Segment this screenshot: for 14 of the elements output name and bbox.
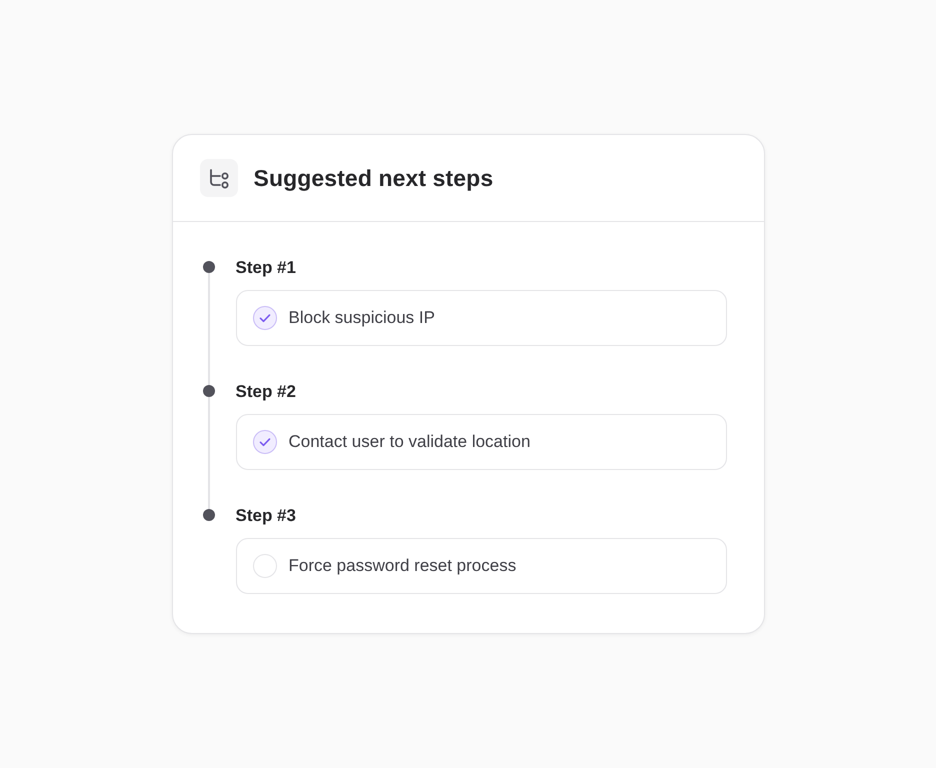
card-title: Suggested next steps xyxy=(254,164,494,192)
checkbox-icon[interactable] xyxy=(252,554,276,578)
checkbox-icon[interactable] xyxy=(252,306,276,330)
task-label: Block suspicious IP xyxy=(288,307,435,329)
step-label: Step #2 xyxy=(236,381,297,403)
timeline-dot-icon xyxy=(202,261,214,273)
timeline-dot-icon xyxy=(202,385,214,397)
checkbox-icon[interactable] xyxy=(252,430,276,454)
step-label: Step #1 xyxy=(236,257,297,279)
hierarchy-icon xyxy=(200,159,238,197)
timeline-dot-icon xyxy=(202,509,214,521)
step-label: Step #3 xyxy=(236,505,297,527)
task-label: Contact user to validate location xyxy=(288,431,530,453)
task-label: Force password reset process xyxy=(288,555,516,577)
